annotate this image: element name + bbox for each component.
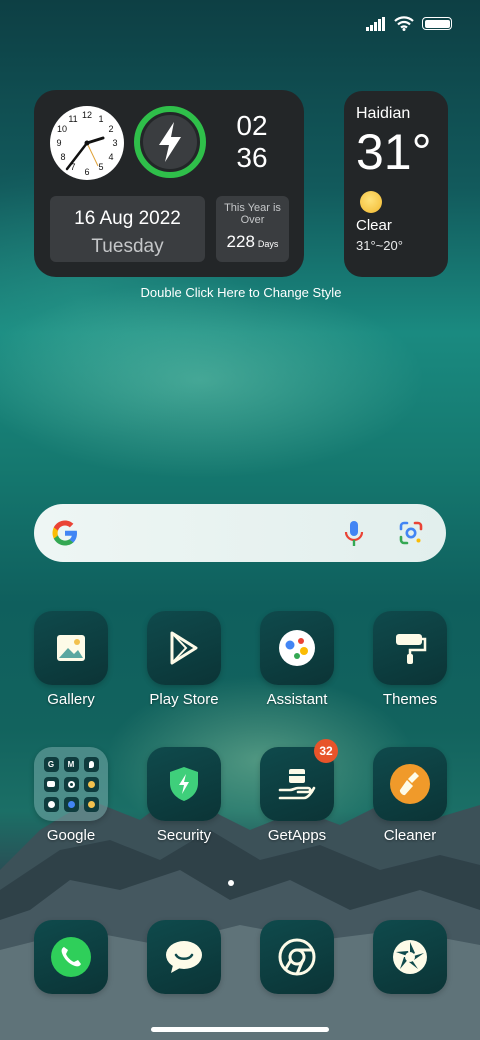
- clock-widget[interactable]: 12 1 2 345 678 9 10 11 02 36 16 Aug 2022 Tue…: [34, 90, 304, 277]
- chrome-icon: [260, 920, 334, 994]
- svg-text:3: 3: [112, 138, 117, 148]
- messages-icon: [147, 920, 221, 994]
- themes-icon: [373, 611, 447, 685]
- app-label: Gallery: [47, 691, 95, 708]
- getapps-icon: 32: [260, 739, 338, 821]
- app-assistant[interactable]: Assistant: [247, 611, 347, 708]
- app-label: Cleaner: [383, 827, 437, 844]
- gallery-icon: [34, 611, 108, 685]
- analog-clock-icon: 12 12 345 678 91011: [50, 106, 124, 180]
- time-hour: 02: [236, 110, 268, 141]
- app-themes[interactable]: Themes: [360, 611, 460, 708]
- voice-search-icon[interactable]: [342, 520, 366, 548]
- dock-messages[interactable]: [134, 920, 234, 994]
- svg-text:9: 9: [56, 138, 61, 148]
- app-security[interactable]: Security: [134, 747, 234, 844]
- app-label: GetApps: [267, 827, 327, 844]
- phone-icon: [34, 920, 108, 994]
- home-gesture-bar[interactable]: [151, 1027, 329, 1032]
- wifi-icon: [394, 16, 414, 31]
- app-google-folder[interactable]: G M Google: [21, 747, 121, 844]
- svg-text:12: 12: [82, 110, 92, 120]
- dock-camera[interactable]: [360, 920, 460, 994]
- dock-phone[interactable]: [21, 920, 121, 994]
- date-panel: 16 Aug 2022 Tuesday: [50, 196, 205, 262]
- assistant-icon: [260, 611, 334, 685]
- weather-range: 31°~20°: [356, 238, 403, 253]
- sun-icon: [360, 191, 382, 213]
- svg-text:4: 4: [108, 152, 113, 162]
- app-cleaner[interactable]: Cleaner: [360, 747, 460, 844]
- weather-widget[interactable]: Haidian 31° Clear 31°~20°: [344, 91, 448, 277]
- app-getapps[interactable]: 32 GetApps: [247, 739, 347, 844]
- weather-city: Haidian: [356, 105, 411, 122]
- svg-text:8: 8: [60, 152, 65, 162]
- battery-charge-icon: [134, 106, 206, 178]
- digital-time: 02 36: [222, 110, 282, 174]
- svg-text:1: 1: [98, 114, 103, 124]
- app-label: Themes: [382, 691, 438, 708]
- svg-text:11: 11: [68, 114, 77, 124]
- weekday-text: Tuesday: [91, 236, 164, 257]
- google-search-bar[interactable]: [34, 504, 446, 562]
- google-lens-icon[interactable]: [398, 520, 424, 546]
- date-text: 16 Aug 2022: [74, 208, 181, 229]
- status-bar: [366, 16, 452, 31]
- weather-temperature: 31°: [356, 124, 432, 180]
- page-indicator[interactable]: [228, 880, 234, 886]
- cleaner-icon: [373, 747, 447, 821]
- app-gallery[interactable]: Gallery: [21, 611, 121, 708]
- dock-chrome[interactable]: [247, 920, 347, 994]
- security-icon: [147, 747, 221, 821]
- app-label: Assistant: [266, 691, 328, 708]
- svg-text:5: 5: [98, 162, 103, 172]
- battery-icon: [422, 17, 452, 30]
- svg-text:2: 2: [108, 124, 113, 134]
- camera-icon: [373, 920, 447, 994]
- app-label: Play Store: [149, 691, 219, 708]
- svg-text:6: 6: [84, 167, 89, 177]
- svg-text:10: 10: [57, 124, 67, 134]
- google-folder-icon: G M: [34, 747, 108, 821]
- play-store-icon: [147, 611, 221, 685]
- year-progress-panel: This Year is Over 228 Days: [216, 196, 289, 262]
- google-g-icon: [52, 520, 77, 546]
- days-remaining: 228 Days: [226, 232, 279, 251]
- change-style-hint[interactable]: Double Click Here to Change Style: [0, 285, 480, 300]
- app-play-store[interactable]: Play Store: [134, 611, 234, 708]
- notification-badge: 32: [314, 739, 338, 763]
- app-label: Google: [46, 827, 96, 844]
- weather-condition: Clear: [356, 217, 392, 234]
- time-minute: 36: [236, 142, 268, 173]
- app-label: Security: [156, 827, 212, 844]
- signal-icon: [366, 16, 385, 31]
- year-caption: This Year is Over: [224, 202, 281, 226]
